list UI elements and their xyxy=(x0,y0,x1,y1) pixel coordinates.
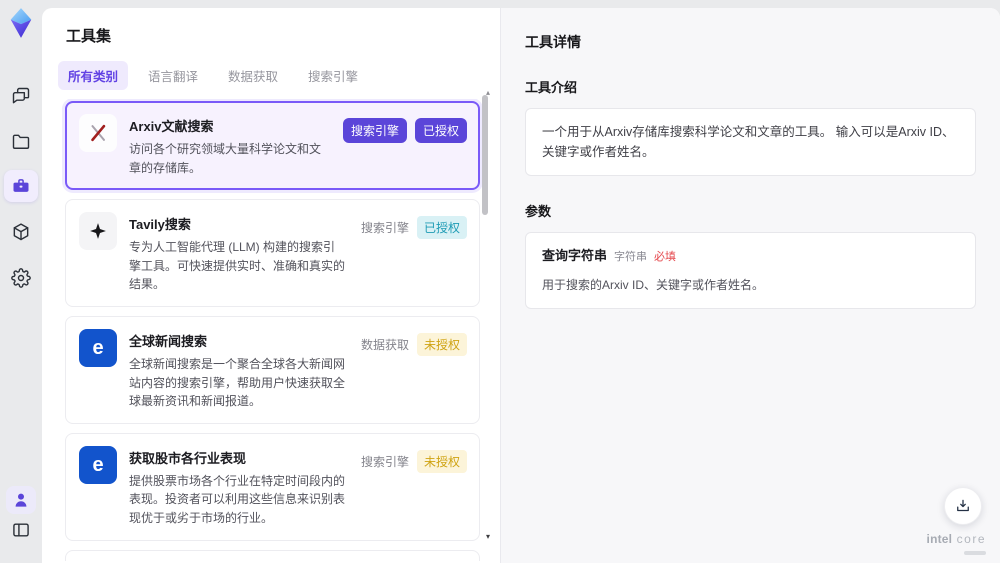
tool-card-arxiv[interactable]: Arxiv文献搜索 访问各个研究领域大量科学论文和文章的存储库。 搜索引擎 已授… xyxy=(65,101,480,191)
tool-name: Arxiv文献搜索 xyxy=(129,119,214,134)
sparkle-icon xyxy=(79,212,117,251)
news-logo-icon: e xyxy=(79,328,117,367)
param-box: 查询字符串 字符串 必填 用于搜索的Arxiv ID、关键字或作者姓名。 xyxy=(525,232,976,309)
tool-name: 获取股市各行业表现 xyxy=(129,450,247,466)
category-tabs: 所有类别 语言翻译 数据获取 搜索引擎 xyxy=(58,61,500,90)
tool-name: Tavily搜索 xyxy=(129,217,191,233)
tab-all-categories[interactable]: 所有类别 xyxy=(58,61,129,90)
auth-badge: 已授权 xyxy=(416,216,467,240)
page-title: 工具集 xyxy=(66,28,112,45)
arxiv-logo-icon xyxy=(79,114,117,152)
tab-language-translation[interactable]: 语言翻译 xyxy=(138,61,208,90)
auth-badge: 未授权 xyxy=(416,332,467,356)
category-tag: 搜索引擎 xyxy=(360,221,409,236)
download-button[interactable] xyxy=(944,487,982,525)
tool-card-sector-performance[interactable]: e 获取股市各行业表现 提供股票市场各个行业在特定时间段内的表现。投资者可以利用… xyxy=(65,432,480,541)
scrollbar-down-arrow[interactable]: ▾ xyxy=(486,532,490,541)
core-wordmark: core xyxy=(956,532,986,547)
detail-title: 工具详情 xyxy=(525,34,581,50)
intro-box: 一个用于从Arxiv存储库搜索科学论文和文章的工具。 输入可以是Arxiv ID… xyxy=(525,108,976,176)
param-name: 查询字符串 xyxy=(542,248,608,263)
auth-badge: 未授权 xyxy=(416,449,467,473)
folder-icon[interactable] xyxy=(10,131,32,153)
tool-card-global-news[interactable]: e 全球新闻搜索 全球新闻搜索是一个聚合全球各大新闻网站内容的搜索引擎，帮助用户… xyxy=(65,315,480,424)
toolbox-icon[interactable] xyxy=(10,175,32,197)
category-tag: 搜索引擎 xyxy=(342,118,407,143)
intro-heading: 工具介绍 xyxy=(525,80,578,95)
param-type: 字符串 xyxy=(614,251,648,263)
main-workspace: 工具集 所有类别 语言翻译 数据获取 搜索引擎 Arxiv文献搜索 访问各个研究… xyxy=(42,8,1000,563)
tool-desc: 访问各个研究领域大量科学论文和文章的存储库。 xyxy=(129,142,322,175)
tool-desc: 专为人工智能代理 (LLM) 构建的搜索引擎工具。可快速提供实时、准确和真实的结… xyxy=(129,240,346,292)
intel-wordmark: intel xyxy=(926,532,953,547)
tool-card-tavily[interactable]: Tavily搜索 专为人工智能代理 (LLM) 构建的搜索引擎工具。可快速提供实… xyxy=(65,199,480,307)
scrollbar-thumb[interactable] xyxy=(482,95,488,215)
tool-desc: 全球新闻搜索是一个聚合全球各大新闻网站内容的搜索引擎，帮助用户快速获取全球最新资… xyxy=(129,356,346,409)
intel-core-logo: intel core xyxy=(927,530,986,555)
tool-detail-panel: 工具详情 工具介绍 一个用于从Arxiv存储库搜索科学论文和文章的工具。 输入可… xyxy=(500,8,1000,563)
chat-icon[interactable] xyxy=(10,85,32,107)
param-required-label: 必填 xyxy=(654,251,677,263)
category-tag: 搜索引擎 xyxy=(360,454,409,469)
tab-data-fetch[interactable]: 数据获取 xyxy=(218,61,288,90)
panel-toggle-icon[interactable] xyxy=(10,519,32,541)
tool-card-active-stocks[interactable]: e 获取市场最活跃股票信息 提供当天交易量最高的股票列表，投资者可以利用这些信息… xyxy=(65,549,480,561)
tab-search-engine[interactable]: 搜索引擎 xyxy=(298,61,368,90)
tool-desc: 提供股票市场各个行业在特定时间段内的表现。投资者可以利用这些信息来识别表现优于或… xyxy=(129,473,346,525)
category-tag: 数据获取 xyxy=(360,337,409,352)
gear-icon[interactable] xyxy=(10,267,32,289)
tool-list-panel: 工具集 所有类别 语言翻译 数据获取 搜索引擎 Arxiv文献搜索 访问各个研究… xyxy=(42,8,500,563)
download-icon xyxy=(957,499,969,512)
tool-list: Arxiv文献搜索 访问各个研究领域大量科学论文和文章的存储库。 搜索引擎 已授… xyxy=(42,99,500,561)
logo-sub-bar xyxy=(964,551,986,555)
cube-icon[interactable] xyxy=(10,221,32,243)
user-icon[interactable] xyxy=(10,489,32,511)
param-desc: 用于搜索的Arxiv ID、关键字或作者姓名。 xyxy=(542,277,765,292)
app-logo-icon[interactable] xyxy=(6,7,36,44)
stock-logo-icon: e xyxy=(79,445,117,484)
tool-name: 全球新闻搜索 xyxy=(129,333,208,349)
params-heading: 参数 xyxy=(525,204,552,219)
app-rail xyxy=(0,0,42,563)
auth-badge: 已授权 xyxy=(414,118,467,143)
